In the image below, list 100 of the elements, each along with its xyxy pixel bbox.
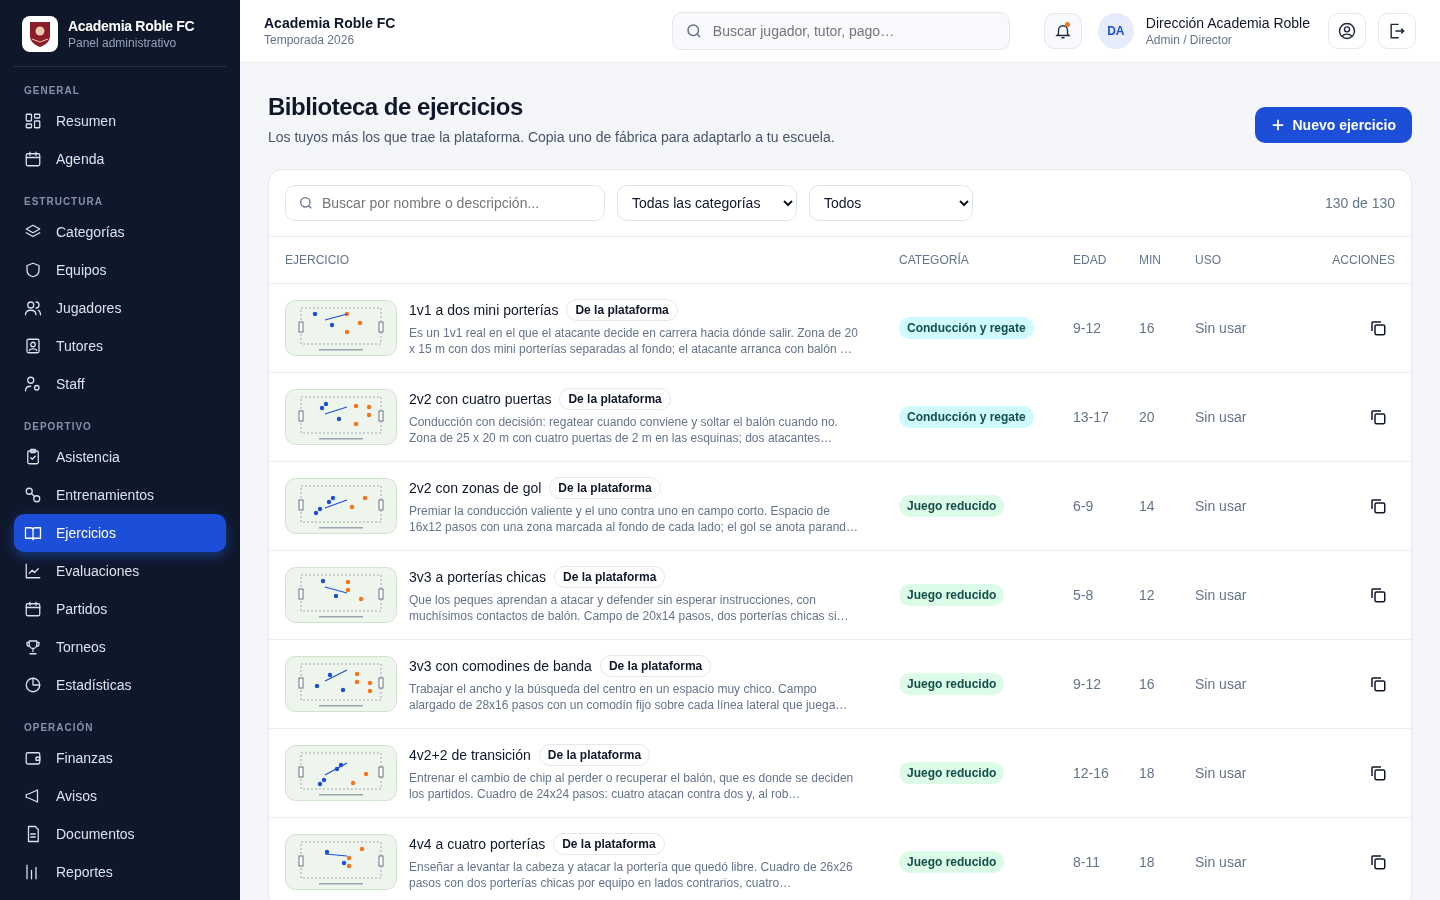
- sidebar-item[interactable]: Equipos: [14, 251, 226, 289]
- column-header: ACCIONES: [1331, 253, 1395, 267]
- minutes-cell-text: 14: [1139, 498, 1156, 514]
- nav-icon: [24, 375, 42, 393]
- copy-icon: [1369, 853, 1387, 871]
- usage-cell-text: Sin usar: [1195, 409, 1248, 425]
- usage-cell-text: Sin usar: [1195, 498, 1248, 514]
- nav-icon: [24, 337, 42, 355]
- user-circle-icon: [1337, 21, 1357, 41]
- page-subtitle: Los tuyos más los que trae la plataforma. Copia uno de fábrica para adaptarlo a tu escuela.: [268, 129, 835, 145]
- category-tag: Juego reducido: [899, 762, 1005, 784]
- age-cell-text: 5-8: [1073, 587, 1095, 603]
- age-cell-text: 9-12: [1073, 320, 1103, 336]
- exercise-name[interactable]: 1v1 a dos mini porterías: [409, 302, 559, 318]
- club-crest-icon: [22, 16, 58, 52]
- copy-icon: [1369, 675, 1387, 693]
- sidebar-item[interactable]: Avisos: [14, 777, 226, 815]
- search-icon: [298, 195, 314, 211]
- sidebar-item[interactable]: Resumen: [14, 102, 226, 140]
- exercise-description: Es un 1v1 real en el que el atacante decide en carrera hacia dónde salir. Zona de 20 x 15 m con dos mini porterías separadas al fondo; el atacante arranca con balón …: [409, 325, 859, 357]
- sidebar-item[interactable]: Torneos: [14, 628, 226, 666]
- exercise-description: Enseñar a levantar la cabeza y atacar la portería que quedó libre. Cuadro de 26x26 pasos con dos porterías chicas por equipo en lados contrarios, cuatro…: [409, 859, 854, 891]
- usage-cell-text: Sin usar: [1195, 854, 1248, 870]
- logout-icon: [1387, 21, 1407, 41]
- profile-button[interactable]: [1328, 13, 1366, 49]
- usage-cell-text: Sin usar: [1195, 765, 1248, 781]
- page-title: Biblioteca de ejercicios: [268, 93, 524, 121]
- logout-button[interactable]: [1378, 13, 1416, 49]
- column-header: EJERCICIO: [285, 253, 350, 267]
- age-cell-text: 9-12: [1073, 676, 1103, 692]
- exercise-description: Premiar la conducción valiente y el uno contra uno en campo corto. Espacio de 16x12 pasos con una zona marcada al fondo de cada lado; el gol se anota parand…: [409, 503, 859, 535]
- origin-select[interactable]: Todos: [809, 185, 973, 221]
- exercise-description: Trabajar el ancho y la búsqueda del centro en un espacio muy chico. Campo alargado de 28x16 pasos con un comodín fijo sobre cada línea lateral que juega…: [409, 681, 849, 713]
- column-header: CATEGORÍA: [899, 253, 970, 267]
- plus-icon: [1270, 118, 1285, 132]
- section-heading: GENERAL: [23, 85, 81, 98]
- section-heading: OPERACIÓN: [23, 722, 95, 735]
- exercise-description: Que los peques aprendan a atacar y defender sin esperar instrucciones, con muchísimos contactos de balón. Campo de 20x14 pasos, dos porterías chicas si…: [409, 592, 850, 624]
- age-cell-text: 13-17: [1073, 409, 1110, 425]
- age-cell-text: 8-11: [1073, 854, 1101, 870]
- sidebar-item[interactable]: Evaluaciones: [14, 552, 226, 590]
- usage-cell-text: Sin usar: [1195, 320, 1248, 336]
- nav-icon: [24, 600, 42, 618]
- new-exercise-button[interactable]: Nuevo ejercicio: [1254, 107, 1412, 143]
- exercise-name[interactable]: 3v3 a porterías chicas: [409, 569, 546, 585]
- sidebar-item[interactable]: Estadísticas: [14, 666, 226, 704]
- nav-icon: [24, 638, 42, 656]
- sidebar-item[interactable]: Partidos: [14, 590, 226, 628]
- nav-icon: [24, 299, 42, 317]
- sidebar-item[interactable]: Entrenamientos: [14, 476, 226, 514]
- sidebar-item[interactable]: Reportes: [14, 853, 226, 891]
- panel-subtitle: Panel administrativo: [68, 36, 178, 50]
- exercise-description: Entrenar el cambio de chip al perder o recuperar el balón, que es donde se deciden los partidos. Cuadro de 24x24 pasos: cuatro atacan contra dos y, al rob…: [409, 770, 855, 802]
- nav-icon: [24, 676, 42, 694]
- exercise-name[interactable]: 3v3 con comodines de banda: [409, 658, 592, 674]
- category-select[interactable]: Todas las categorías: [617, 185, 797, 221]
- section-heading: DEPORTIVO: [23, 421, 93, 434]
- sidebar-item[interactable]: Agenda: [14, 140, 226, 178]
- sidebar-item[interactable]: Asistencia: [14, 438, 226, 476]
- copy-icon: [1369, 497, 1387, 515]
- sidebar-item[interactable]: Staff: [14, 365, 226, 403]
- user-avatar: DA: [1097, 13, 1134, 49]
- copy-icon: [1369, 764, 1387, 782]
- sidebar-item[interactable]: Tutores: [14, 327, 226, 365]
- column-header: EDAD: [1073, 253, 1108, 267]
- exercise-name[interactable]: 4v2+2 de transición: [409, 747, 531, 763]
- notifications-button[interactable]: [1043, 13, 1082, 49]
- nav-icon: [24, 486, 42, 504]
- exercise-name[interactable]: 2v2 con zonas de gol: [409, 480, 542, 496]
- club-name: Academia Roble FC: [68, 18, 195, 34]
- nav-icon: [24, 749, 42, 767]
- section-heading: ESTRUCTURA: [23, 196, 104, 209]
- minutes-cell-text: 16: [1139, 320, 1156, 336]
- minutes-cell-text: 18: [1139, 765, 1156, 781]
- copy-icon: [1369, 408, 1387, 426]
- search-icon: [684, 22, 703, 40]
- category-tag: Juego reducido: [899, 495, 1005, 517]
- minutes-cell-text: 12: [1139, 587, 1156, 603]
- minutes-cell-text: 18: [1139, 854, 1156, 870]
- nav-icon: [24, 150, 42, 168]
- minutes-cell-text: 16: [1139, 676, 1156, 692]
- club-title: Academia Roble FC: [264, 15, 397, 31]
- sidebar-item[interactable]: Finanzas: [14, 739, 226, 777]
- nav-icon: [24, 112, 42, 130]
- nav-icon: [24, 524, 42, 542]
- column-header: MIN: [1139, 253, 1162, 267]
- global-search-field[interactable]: Buscar jugador, tutor, pago…: [671, 12, 1010, 50]
- category-tag: Juego reducido: [899, 584, 1005, 606]
- season-label: Temporada 2026: [264, 33, 356, 47]
- exercise-name[interactable]: 4v4 a cuatro porterías: [409, 836, 546, 852]
- age-cell-text: 6-9: [1073, 498, 1095, 514]
- sidebar-item[interactable]: Documentos: [14, 815, 226, 853]
- exercise-search-field[interactable]: Buscar por nombre o descripción...: [285, 185, 605, 221]
- exercise-name[interactable]: 2v2 con cuatro puertas: [409, 391, 552, 407]
- sidebar-item[interactable]: Ejercicios: [14, 514, 226, 552]
- column-header: USO: [1195, 253, 1222, 267]
- sidebar-item[interactable]: Categorías: [14, 213, 226, 251]
- bell-icon: [1053, 22, 1072, 40]
- nav-icon: [24, 448, 42, 466]
- sidebar-item[interactable]: Jugadores: [14, 289, 226, 327]
